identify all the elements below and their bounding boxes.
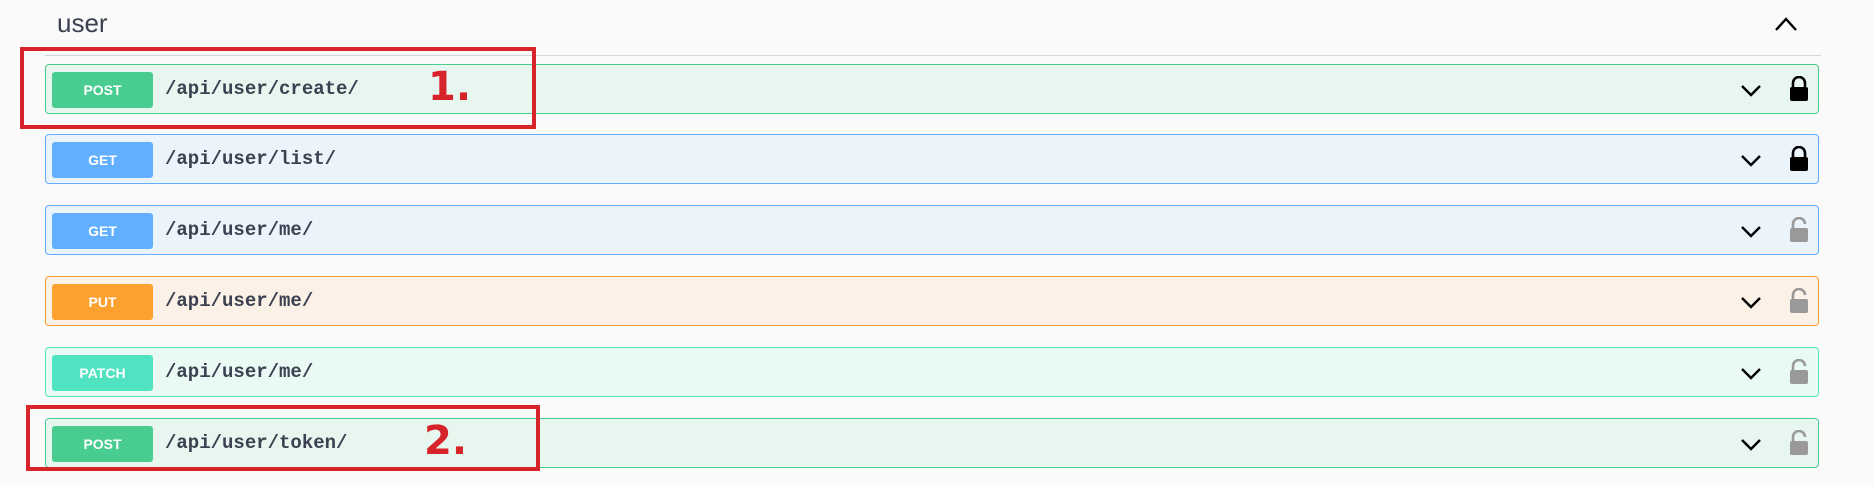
operation-path[interactable]: /api/user/me/ [165, 219, 313, 241]
lock-icon[interactable] [1788, 76, 1810, 102]
operation-get-user-list[interactable]: GET /api/user/list/ [45, 134, 1819, 184]
chevron-up-icon[interactable] [1771, 10, 1801, 40]
unlocked-icon[interactable] [1788, 430, 1810, 456]
unlocked-icon[interactable] [1788, 359, 1810, 385]
method-badge[interactable]: GET [52, 142, 153, 178]
user-section: user POST /api/user/create/ GET /api/use… [0, 0, 1874, 485]
chevron-down-icon[interactable] [1738, 147, 1764, 173]
unlocked-icon[interactable] [1788, 288, 1810, 314]
chevron-down-icon[interactable] [1738, 218, 1764, 244]
section-title: user [57, 8, 108, 38]
method-badge[interactable]: PATCH [52, 355, 153, 391]
operation-get-user-me[interactable]: GET /api/user/me/ [45, 205, 1819, 255]
operation-path[interactable]: /api/user/me/ [165, 290, 313, 312]
operation-patch-user-me[interactable]: PATCH /api/user/me/ [45, 347, 1819, 397]
chevron-down-icon[interactable] [1738, 289, 1764, 315]
unlocked-icon[interactable] [1788, 217, 1810, 243]
method-badge[interactable]: GET [52, 213, 153, 249]
method-badge[interactable]: PUT [52, 284, 153, 320]
chevron-down-icon[interactable] [1738, 77, 1764, 103]
chevron-down-icon[interactable] [1738, 431, 1764, 457]
chevron-down-icon[interactable] [1738, 360, 1764, 386]
lock-icon[interactable] [1788, 146, 1810, 172]
operation-put-user-me[interactable]: PUT /api/user/me/ [45, 276, 1819, 326]
annotation-label-2: 2. [424, 418, 468, 464]
operation-path[interactable]: /api/user/list/ [165, 148, 336, 170]
operation-path[interactable]: /api/user/me/ [165, 361, 313, 383]
annotation-label-1: 1. [428, 64, 472, 110]
